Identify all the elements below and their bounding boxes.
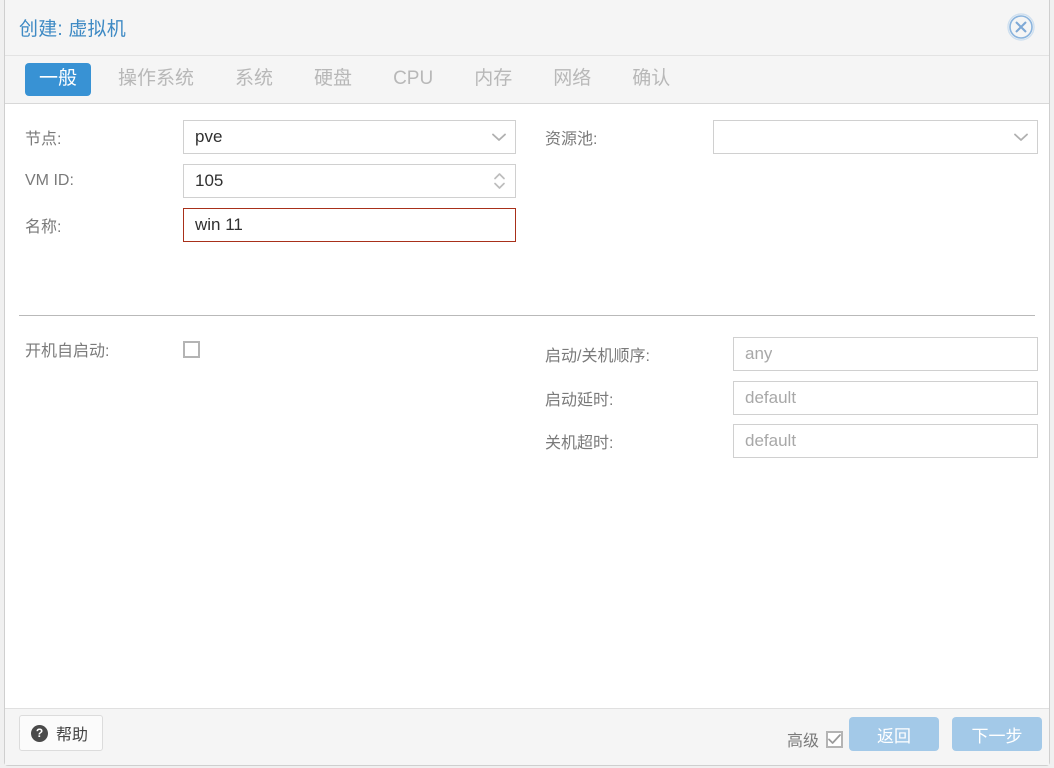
field-shutdown-timeout-label: 关机超时: bbox=[545, 429, 733, 453]
field-autostart: 开机自启动: bbox=[25, 337, 200, 361]
field-node-label: 节点: bbox=[25, 125, 183, 149]
tab-cpu[interactable]: CPU bbox=[379, 63, 447, 97]
tab-disks[interactable]: 硬盘 bbox=[300, 63, 366, 97]
chevron-down-icon[interactable] bbox=[1004, 121, 1037, 153]
dialog-title: 创建: 虚拟机 bbox=[19, 14, 126, 41]
dialog-body: 节点: pve 资源池: VM ID: 105 bbox=[5, 104, 1049, 708]
create-vm-dialog: 创建: 虚拟机 一般 操作系统 系统 硬盘 CPU 内存 网络 确认 节点: p… bbox=[4, 0, 1050, 766]
startup-order-placeholder: any bbox=[734, 344, 772, 364]
field-startup-delay-label: 启动延时: bbox=[545, 386, 733, 410]
vmid-value: 105 bbox=[184, 171, 223, 191]
name-input[interactable]: win 11 bbox=[183, 208, 516, 242]
advanced-checkbox[interactable] bbox=[826, 731, 843, 748]
tab-system[interactable]: 系统 bbox=[221, 63, 287, 97]
dialog-titlebar: 创建: 虚拟机 bbox=[5, 0, 1049, 56]
startup-delay-placeholder: default bbox=[734, 388, 796, 408]
help-button-label: 帮助 bbox=[56, 721, 88, 745]
field-pool: 资源池: bbox=[545, 120, 1038, 154]
wizard-tabbar: 一般 操作系统 系统 硬盘 CPU 内存 网络 确认 bbox=[5, 56, 1049, 104]
field-vmid: VM ID: 105 bbox=[25, 164, 516, 198]
next-button[interactable]: 下一步 bbox=[952, 717, 1042, 751]
name-value: win 11 bbox=[184, 215, 243, 235]
tab-general[interactable]: 一般 bbox=[25, 63, 91, 97]
pool-select[interactable] bbox=[713, 120, 1038, 154]
vmid-input[interactable]: 105 bbox=[183, 164, 516, 198]
field-pool-label: 资源池: bbox=[545, 125, 713, 149]
advanced-label: 高级 bbox=[787, 727, 819, 751]
node-select[interactable]: pve bbox=[183, 120, 516, 154]
shutdown-timeout-input[interactable]: default bbox=[733, 424, 1038, 458]
tab-network[interactable]: 网络 bbox=[539, 63, 605, 97]
field-shutdown-timeout: 关机超时: default bbox=[545, 424, 1038, 458]
tab-memory[interactable]: 内存 bbox=[460, 63, 526, 97]
shutdown-timeout-placeholder: default bbox=[734, 431, 796, 451]
field-startup-order-label: 启动/关机顺序: bbox=[545, 342, 733, 366]
help-button[interactable]: ? 帮助 bbox=[19, 715, 103, 751]
field-startup-delay: 启动延时: default bbox=[545, 381, 1038, 415]
dialog-footer: ? 帮助 高级 返回 下一步 bbox=[5, 708, 1049, 765]
field-autostart-label: 开机自启动: bbox=[25, 337, 183, 361]
tab-os[interactable]: 操作系统 bbox=[104, 63, 208, 97]
chevron-down-icon[interactable] bbox=[482, 121, 515, 153]
field-vmid-label: VM ID: bbox=[25, 172, 183, 190]
back-button[interactable]: 返回 bbox=[849, 717, 939, 751]
node-value: pve bbox=[184, 127, 222, 147]
field-startup-order: 启动/关机顺序: any bbox=[545, 337, 1038, 371]
field-name-label: 名称: bbox=[25, 213, 183, 237]
tab-confirm[interactable]: 确认 bbox=[618, 63, 684, 97]
question-mark-icon: ? bbox=[31, 725, 48, 742]
autostart-checkbox[interactable] bbox=[183, 341, 200, 358]
section-divider bbox=[19, 315, 1035, 316]
advanced-toggle[interactable]: 高级 bbox=[787, 727, 843, 751]
startup-delay-input[interactable]: default bbox=[733, 381, 1038, 415]
startup-order-input[interactable]: any bbox=[733, 337, 1038, 371]
field-name: 名称: win 11 bbox=[25, 208, 516, 242]
field-node: 节点: pve bbox=[25, 120, 516, 154]
spinner-updown-icon[interactable] bbox=[482, 165, 515, 197]
close-icon[interactable] bbox=[1007, 13, 1035, 41]
